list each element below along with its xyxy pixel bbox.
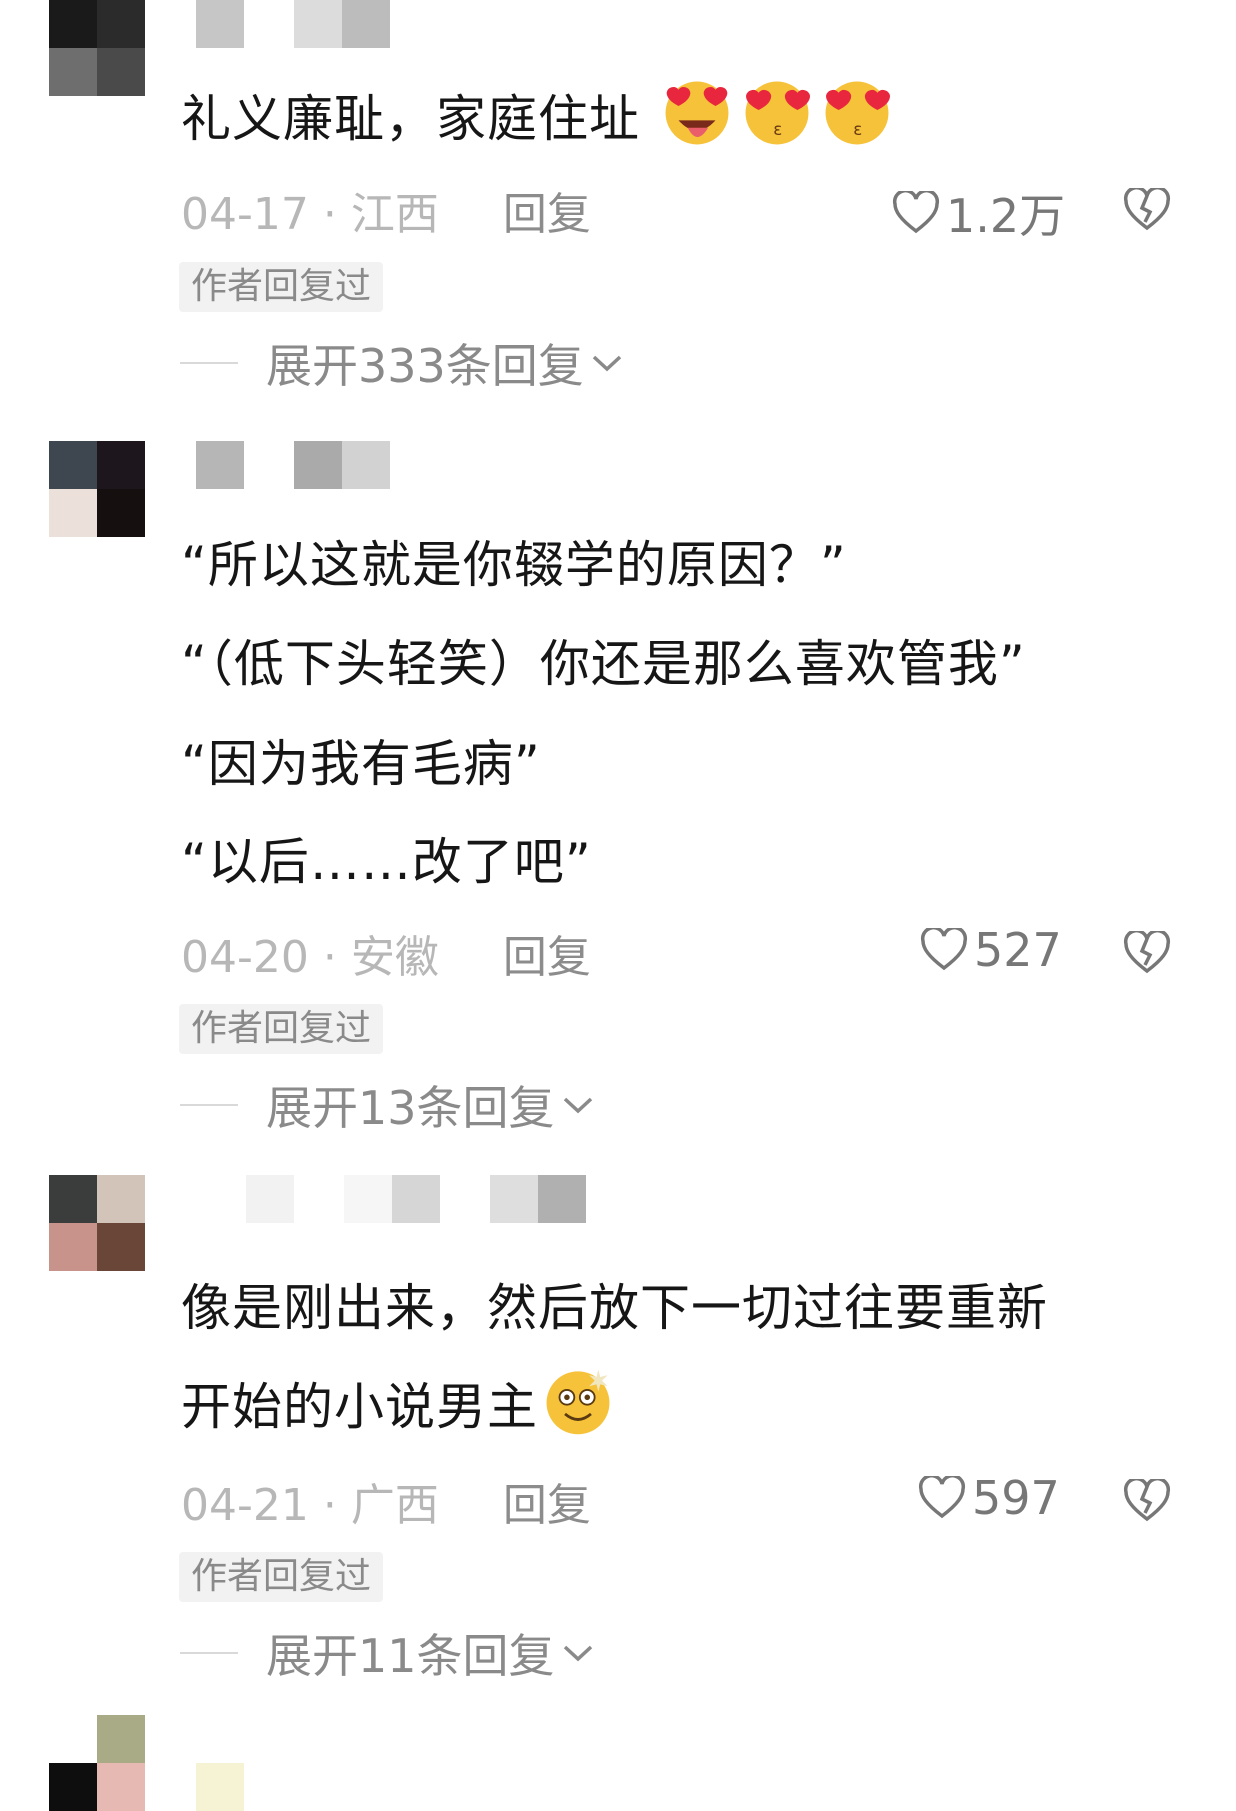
comment-text: 开始的小说男主 xyxy=(181,1357,618,1457)
comment-date: 04-21 xyxy=(181,1480,309,1531)
username-blurred[interactable] xyxy=(294,0,390,48)
chevron-down-icon xyxy=(592,355,621,372)
comment-meta: 04-17 · 江西 回复 xyxy=(181,189,591,240)
author-replied-badge: 作者回复过 xyxy=(179,262,384,312)
comment-location: 江西 xyxy=(350,189,439,240)
like-count: 527 xyxy=(974,923,1062,977)
avatar[interactable] xyxy=(49,0,145,96)
reply-button[interactable]: 回复 xyxy=(503,1480,591,1531)
divider-line xyxy=(180,1104,238,1106)
comment-location: 广西 xyxy=(350,1480,439,1531)
like-count: 597 xyxy=(972,1471,1060,1525)
broken-heart-icon[interactable] xyxy=(1123,1479,1171,1523)
avatar[interactable] xyxy=(49,1175,145,1271)
username-blurred[interactable] xyxy=(294,441,390,489)
author-replied-badge: 作者回复过 xyxy=(179,1552,384,1602)
avatar[interactable] xyxy=(49,441,145,537)
like-button[interactable]: 1.2万 xyxy=(892,180,1065,246)
username-blurred[interactable] xyxy=(196,1763,244,1811)
comment-meta: 04-21 · 广西 回复 xyxy=(181,1480,591,1531)
username-blurred[interactable] xyxy=(490,1175,586,1223)
username-blurred[interactable] xyxy=(246,1175,294,1223)
comment-meta: 04-20 · 安徽 回复 xyxy=(181,932,591,983)
comment-date: 04-17 xyxy=(181,189,309,240)
comment-text: “所以这就是你辍学的原因？” xyxy=(181,536,847,594)
comment-text: 像是刚出来，然后放下一切过往要重新 xyxy=(181,1279,1048,1337)
broken-heart-icon[interactable] xyxy=(1123,931,1171,975)
comment-text: “因为我有毛病” xyxy=(181,735,541,793)
broken-heart-icon[interactable] xyxy=(1123,188,1171,232)
expand-replies-label: 展开13条回复 xyxy=(266,1081,555,1135)
comment-text: 礼义廉耻，家庭住址 ε ε xyxy=(181,69,897,169)
heart-outline-icon xyxy=(920,928,968,971)
username-blurred[interactable] xyxy=(196,0,244,48)
like-button[interactable]: 597 xyxy=(918,1471,1060,1525)
comment-date: 04-20 xyxy=(181,932,309,983)
tongue-heart-eyes-emoji xyxy=(665,81,729,145)
author-replied-badge: 作者回复过 xyxy=(179,1004,384,1054)
dizzy-smile-emoji xyxy=(546,1369,610,1435)
like-count: 1.2万 xyxy=(946,189,1066,243)
kiss-heart-eyes-emoji: ε xyxy=(745,81,810,145)
avatar[interactable] xyxy=(49,1715,145,1811)
heart-outline-icon xyxy=(892,191,940,234)
divider-line xyxy=(180,1652,238,1654)
expand-replies-button[interactable]: 展开11条回复 xyxy=(180,1620,595,1686)
heart-outline-icon xyxy=(918,1476,966,1519)
username-blurred[interactable] xyxy=(196,441,244,489)
comment-location: 安徽 xyxy=(350,932,439,983)
expand-replies-button[interactable]: 展开333条回复 xyxy=(180,330,624,396)
comment-text: “（低下头轻笑）你还是那么喜欢管我” xyxy=(181,635,1026,693)
svg-text:ε: ε xyxy=(853,120,863,139)
expand-replies-label: 展开11条回复 xyxy=(266,1629,555,1683)
kiss-heart-eyes-emoji: ε xyxy=(825,81,890,145)
comment-text: “以后……改了吧” xyxy=(181,833,592,891)
divider-line xyxy=(180,362,238,364)
username-blurred[interactable] xyxy=(344,1175,440,1223)
like-button[interactable]: 527 xyxy=(920,923,1062,977)
svg-text:ε: ε xyxy=(773,120,783,139)
chevron-down-icon xyxy=(563,1097,592,1114)
reply-button[interactable]: 回复 xyxy=(503,189,591,240)
expand-replies-label: 展开333条回复 xyxy=(266,339,584,393)
chevron-down-icon xyxy=(563,1645,592,1662)
reply-button[interactable]: 回复 xyxy=(503,932,591,983)
expand-replies-button[interactable]: 展开13条回复 xyxy=(180,1072,595,1138)
